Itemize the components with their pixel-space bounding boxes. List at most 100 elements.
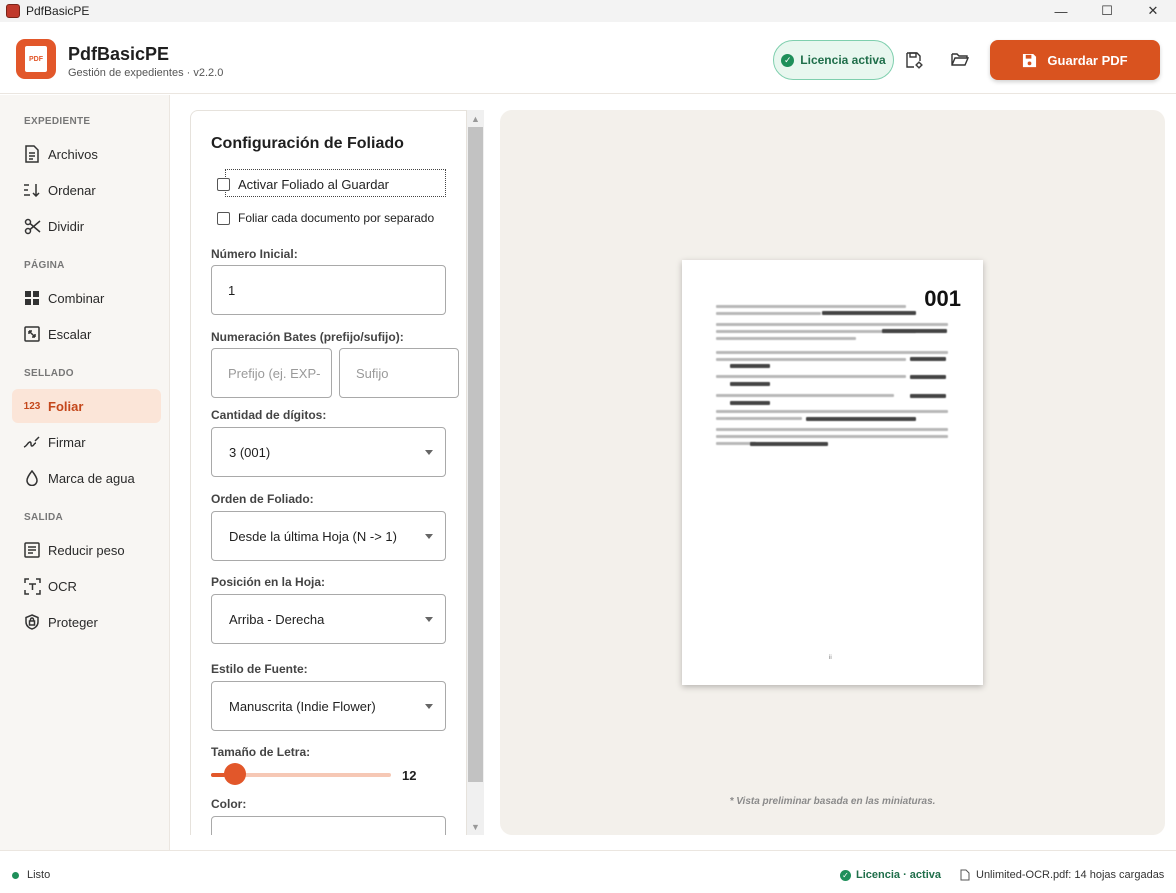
font-size-slider-thumb[interactable] — [224, 763, 247, 785]
app-window-icon — [6, 4, 20, 18]
position-value: Arriba - Derecha — [229, 611, 325, 627]
sidebar-item-label: Foliar — [48, 398, 84, 414]
status-file-label: Unlimited-OCR.pdf: 14 hojas cargadas — [976, 869, 1165, 881]
activate-folio-checkbox[interactable]: Activar Foliado al Guardar — [217, 177, 389, 192]
sidebar-item-label: Archivos — [48, 146, 98, 162]
order-value: Desde la última Hoja (N -> 1) — [229, 528, 397, 544]
scroll-thumb[interactable] — [468, 127, 483, 782]
font-style-label: Estilo de Fuente: — [211, 662, 308, 676]
blurred-text-line — [716, 410, 948, 413]
color-label: Color: — [211, 797, 247, 811]
prefix-input[interactable]: Prefijo (ej. EXP- — [211, 348, 332, 398]
sidebar-item-proteger[interactable]: Proteger — [12, 605, 161, 639]
save-settings-icon[interactable] — [903, 50, 925, 70]
blurred-text-line — [716, 351, 948, 354]
order-select[interactable]: Desde la última Hoja (N -> 1) — [211, 511, 446, 561]
ocr-icon — [23, 577, 41, 595]
license-status-badge[interactable]: ✓ Licencia activa — [773, 40, 894, 80]
window-titlebar: PdfBasicPE — ☐ ✕ — [0, 0, 1176, 22]
sidebar-section-expediente: EXPEDIENTE — [24, 116, 91, 127]
scroll-down-arrow[interactable]: ▼ — [467, 819, 484, 834]
position-label: Posición en la Hoja: — [211, 575, 326, 589]
maximize-button[interactable]: ☐ — [1084, 0, 1130, 22]
blurred-text-line — [716, 375, 906, 378]
sidebar-item-firmar[interactable]: Firmar — [12, 425, 161, 459]
checkbox-label: Activar Foliado al Guardar — [238, 177, 390, 192]
scroll-up-arrow[interactable]: ▲ — [467, 111, 484, 126]
sort-icon — [23, 181, 41, 199]
blurred-text-line — [716, 337, 856, 340]
scale-icon — [23, 325, 41, 343]
chevron-down-icon — [425, 534, 433, 539]
blurred-highlight — [750, 442, 828, 446]
sidebar-item-escalar[interactable]: Escalar — [12, 317, 161, 351]
blurred-text-line — [716, 358, 906, 361]
font-style-value: Manuscrita (Indie Flower) — [229, 698, 376, 714]
preview-area: 001 ii * Vista preliminar basada en las … — [500, 110, 1165, 835]
app-header: PDF PdfBasicPE Gestión de expedientes · … — [0, 22, 1176, 94]
compress-icon — [23, 541, 41, 559]
digits-value: 3 (001) — [229, 444, 271, 460]
sidebar-item-foliar[interactable]: 123 Foliar — [12, 389, 161, 423]
chevron-down-icon — [425, 617, 433, 622]
position-select[interactable]: Arriba - Derecha — [211, 594, 446, 644]
signature-icon — [23, 433, 41, 451]
numbers-icon: 123 — [23, 400, 41, 412]
minimize-button[interactable]: — — [1038, 0, 1084, 22]
folio-number: 001 — [924, 286, 961, 311]
blurred-text-line — [716, 435, 948, 438]
checkbox-box[interactable] — [217, 211, 230, 225]
app-logo: PDF — [16, 39, 56, 79]
window-controls: — ☐ ✕ — [1038, 0, 1176, 22]
logo-text: PDF — [29, 55, 43, 63]
sidebar-item-label: Combinar — [48, 290, 105, 306]
initial-number-label: Número Inicial: — [211, 247, 298, 261]
font-size-label: Tamaño de Letra: — [211, 745, 311, 759]
initial-number-input[interactable]: 1 — [211, 265, 446, 315]
sidebar-item-dividir[interactable]: Dividir — [12, 209, 161, 243]
sidebar-item-label: Reducir peso — [48, 542, 125, 558]
font-style-select[interactable]: Manuscrita (Indie Flower) — [211, 681, 446, 731]
sidebar-item-label: Proteger — [48, 614, 98, 630]
sidebar-item-marca-de-agua[interactable]: Marca de agua — [12, 461, 161, 495]
suffix-input[interactable]: Sufijo — [339, 348, 459, 398]
color-input[interactable] — [211, 816, 446, 835]
drop-icon — [23, 469, 41, 487]
folio-config-panel: Configuración de Foliado Activar Foliado… — [190, 110, 467, 835]
sidebar-item-label: Ordenar — [48, 182, 96, 198]
panel-scrollbar[interactable]: ▲ ▼ — [467, 110, 484, 835]
checkbox-box[interactable] — [217, 178, 230, 191]
close-button[interactable]: ✕ — [1130, 0, 1176, 22]
blurred-highlight — [730, 382, 770, 386]
chevron-down-icon — [425, 450, 433, 455]
sidebar-section-salida: SALIDA — [24, 512, 64, 523]
blurred-highlight — [910, 375, 946, 379]
blurred-highlight — [882, 329, 947, 333]
sidebar-item-ocr[interactable]: OCR — [12, 569, 161, 603]
sidebar-item-label: Marca de agua — [48, 470, 135, 486]
sidebar-item-archivos[interactable]: Archivos — [12, 137, 161, 171]
sidebar-item-combinar[interactable]: Combinar — [12, 281, 161, 315]
checkbox-label: Foliar cada documento por separado — [238, 211, 435, 225]
blurred-highlight — [730, 401, 770, 405]
sidebar-item-ordenar[interactable]: Ordenar — [12, 173, 161, 207]
order-label: Orden de Foliado: — [211, 492, 314, 506]
shield-icon — [23, 613, 41, 631]
digits-label: Cantidad de dígitos: — [211, 408, 327, 422]
save-pdf-label: Guardar PDF — [1047, 52, 1128, 68]
preview-note: * Vista preliminar basada en las miniatu… — [729, 796, 936, 807]
blurred-text-line — [716, 305, 906, 308]
check-circle-icon: ✓ — [840, 869, 851, 881]
pdf-document-icon: PDF — [25, 46, 47, 72]
save-pdf-button[interactable]: Guardar PDF — [990, 40, 1160, 80]
status-file: Unlimited-OCR.pdf: 14 hojas cargadas — [960, 869, 1164, 881]
sidebar-item-reducir-peso[interactable]: Reducir peso — [12, 533, 161, 567]
blurred-text-line — [716, 312, 821, 315]
status-bar: Listo ✓ Licencia · activa Unlimited-OCR.… — [0, 850, 1176, 893]
sidebar-section-pagina: PÁGINA — [24, 260, 65, 271]
digits-select[interactable]: 3 (001) — [211, 427, 446, 477]
status-ready: Listo — [12, 869, 50, 881]
folder-open-icon[interactable] — [949, 50, 971, 70]
font-size-value: 12 — [402, 768, 417, 783]
separate-folio-checkbox[interactable]: Foliar cada documento por separado — [217, 211, 434, 225]
